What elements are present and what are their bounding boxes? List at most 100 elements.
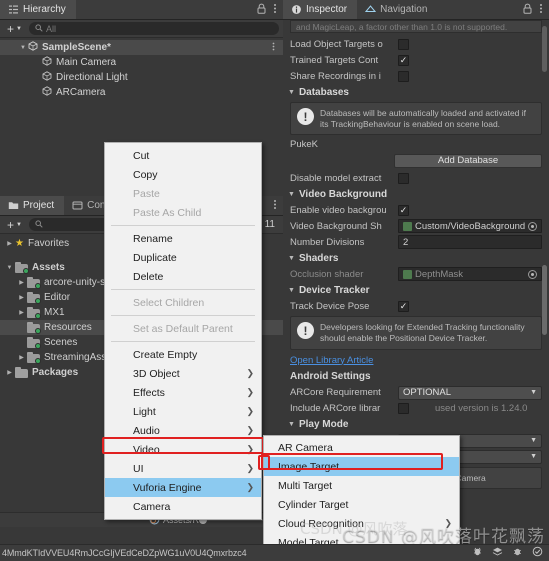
- databases-header: Databases: [298, 86, 349, 98]
- add-gameobject-button[interactable]: + ▼: [4, 23, 25, 35]
- context-item-delete[interactable]: Delete: [105, 267, 261, 286]
- hierarchy-row-directional-light[interactable]: Directional Light: [0, 70, 283, 85]
- project-row-label: Favorites: [27, 238, 70, 249]
- bug-icon[interactable]: [472, 546, 483, 560]
- project-count-badge: 11: [264, 219, 275, 230]
- context-item-ui[interactable]: UI ❯: [105, 459, 261, 478]
- occlusion-shader-field[interactable]: DepthMask: [398, 267, 542, 282]
- lock-icon[interactable]: [257, 3, 266, 17]
- arcore-requirement-value: OPTIONAL: [403, 387, 452, 398]
- submenu-item-ar-camera[interactable]: AR Camera: [264, 438, 459, 457]
- context-item-light[interactable]: Light ❯: [105, 402, 261, 421]
- context-item-label: UI: [133, 462, 144, 475]
- trained-targets-checkbox[interactable]: ✓: [398, 54, 409, 66]
- submenu-item-cylinder-target[interactable]: Cylinder Target: [264, 495, 459, 514]
- chevron-right-icon[interactable]: ▶: [16, 309, 27, 316]
- hierarchy-row-arcamera[interactable]: ARCamera: [0, 85, 283, 100]
- context-item-label: Select Children: [133, 296, 205, 309]
- context-item-create-empty[interactable]: Create Empty: [105, 345, 261, 364]
- chevron-right-icon[interactable]: ▶: [4, 369, 15, 376]
- kebab-menu-icon[interactable]: [273, 3, 277, 17]
- hierarchy-row-samplescene[interactable]: ▼ SampleScene*: [0, 40, 283, 55]
- context-item-label: Duplicate: [133, 251, 177, 264]
- context-item-camera[interactable]: Camera: [105, 497, 261, 516]
- arcore-requirement-dropdown[interactable]: OPTIONAL ▼: [398, 385, 542, 400]
- kebab-menu-icon[interactable]: [539, 3, 543, 17]
- kebab-menu-icon[interactable]: [273, 199, 277, 213]
- device-tracker-foldout[interactable]: ▼ Device Tracker: [283, 282, 549, 298]
- create-asset-button[interactable]: + ▼: [4, 219, 25, 231]
- chevron-right-icon: ❯: [246, 387, 254, 397]
- submenu-item-label: Multi Target: [278, 479, 333, 492]
- context-item-label: Rename: [133, 232, 173, 245]
- object-picker-icon[interactable]: [528, 221, 538, 231]
- folder-icon: [15, 261, 29, 274]
- share-recordings-row: Share Recordings in i: [283, 68, 549, 84]
- context-item-vuforia-engine[interactable]: Vuforia Engine ❯: [105, 478, 261, 497]
- context-item-label: Effects: [133, 386, 165, 399]
- chevron-right-icon[interactable]: ▶: [16, 354, 27, 361]
- chevron-down-icon: ▼: [288, 88, 295, 96]
- gameobject-icon: [42, 71, 52, 84]
- context-item-duplicate[interactable]: Duplicate: [105, 248, 261, 267]
- chevron-right-icon[interactable]: ▶: [16, 279, 27, 286]
- enable-video-background-checkbox[interactable]: ✓: [398, 204, 409, 216]
- video-background-foldout[interactable]: ▼ Video Background: [283, 186, 549, 202]
- error-icon[interactable]: [512, 546, 523, 560]
- track-device-pose-checkbox[interactable]: ✓: [398, 300, 409, 312]
- context-item-video[interactable]: Video ❯: [105, 440, 261, 459]
- video-background-shader-value: Custom/VideoBackground: [415, 220, 526, 232]
- play-mode-header: Play Mode: [298, 419, 349, 430]
- shader-asset-icon: [403, 269, 412, 279]
- submenu-item-image-target[interactable]: Image Target: [264, 457, 459, 476]
- hierarchy-search-input[interactable]: All: [28, 22, 279, 35]
- number-divisions-value: 2: [403, 236, 409, 248]
- context-item-rename[interactable]: Rename: [105, 229, 261, 248]
- inspector-scrollbar-thumb[interactable]: [542, 265, 547, 335]
- submenu-item-multi-target[interactable]: Multi Target: [264, 476, 459, 495]
- context-item-effects[interactable]: Effects ❯: [105, 383, 261, 402]
- chevron-right-icon[interactable]: ▶: [16, 294, 27, 301]
- shaders-foldout[interactable]: ▼ Shaders: [283, 250, 549, 266]
- info-icon: [291, 4, 302, 15]
- chevron-down-icon[interactable]: ▼: [4, 265, 15, 271]
- lock-icon[interactable]: [523, 3, 532, 17]
- hierarchy-row-main-camera[interactable]: Main Camera: [0, 55, 283, 70]
- databases-foldout[interactable]: ▼ Databases: [283, 84, 549, 100]
- object-picker-icon[interactable]: [528, 269, 537, 279]
- submenu-item-label: Image Target: [278, 460, 340, 473]
- check-circle-icon[interactable]: [532, 546, 543, 560]
- context-item-3d-object[interactable]: 3D Object ❯: [105, 364, 261, 383]
- database-entry-label: PukeK: [290, 139, 318, 151]
- inspector-scrollbar[interactable]: [542, 26, 547, 72]
- layers-icon[interactable]: [492, 546, 503, 560]
- chevron-down-icon[interactable]: ▼: [18, 45, 28, 51]
- chevron-right-icon[interactable]: ▶: [4, 240, 15, 247]
- kebab-menu-icon[interactable]: [272, 42, 275, 54]
- disable-model-extract-checkbox[interactable]: [398, 172, 409, 184]
- add-database-button[interactable]: Add Database: [394, 154, 542, 169]
- occlusion-shader-label: Occlusion shader: [290, 268, 364, 280]
- share-recordings-checkbox[interactable]: [398, 70, 409, 82]
- video-background-shader-field[interactable]: Custom/VideoBackground: [398, 219, 542, 234]
- context-item-audio[interactable]: Audio ❯: [105, 421, 261, 440]
- context-item-paste-as-child: Paste As Child: [105, 203, 261, 222]
- shader-asset-icon: [403, 221, 412, 231]
- search-icon: [35, 23, 43, 34]
- load-object-targets-checkbox[interactable]: [398, 38, 409, 50]
- status-bar-text: 4MmdKTIdVVEU4RmJCcGIjVEdCeDZpWG1uV0U4Qmx…: [2, 548, 247, 558]
- context-item-label: Paste: [133, 187, 160, 200]
- tab-hierarchy[interactable]: Hierarchy: [0, 0, 76, 19]
- tab-navigation[interactable]: Navigation: [357, 0, 438, 19]
- folder-icon: [8, 200, 19, 211]
- open-library-article-link[interactable]: Open Library Article: [290, 355, 373, 366]
- include-arcore-checkbox[interactable]: [398, 403, 409, 414]
- chevron-right-icon: ❯: [246, 425, 254, 435]
- context-item-cut[interactable]: Cut: [105, 146, 261, 165]
- tab-inspector[interactable]: Inspector: [283, 0, 358, 19]
- context-item-copy[interactable]: Copy: [105, 165, 261, 184]
- enable-video-background-label: Enable video backgrou: [290, 204, 387, 216]
- number-divisions-input[interactable]: 2: [398, 235, 542, 250]
- play-mode-foldout[interactable]: ▼ Play Mode: [283, 417, 549, 433]
- tab-project[interactable]: Project: [0, 196, 65, 215]
